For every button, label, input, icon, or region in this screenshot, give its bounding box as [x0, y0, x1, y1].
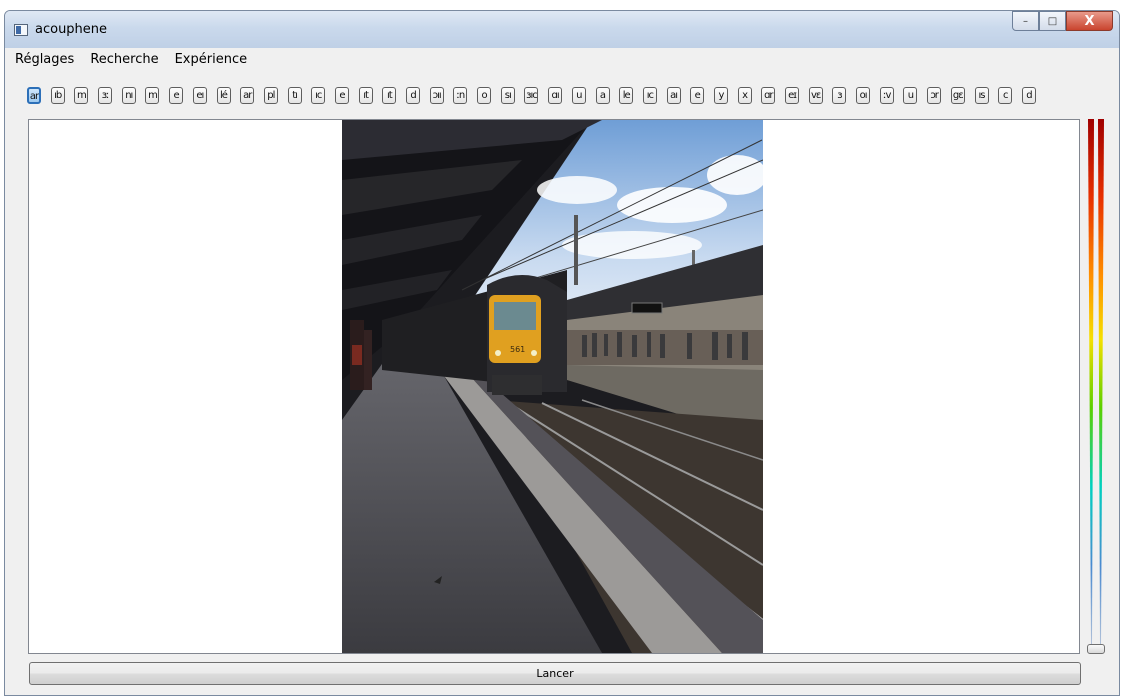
- phoneme-button[interactable]: ɔr: [927, 86, 942, 104]
- phoneme-button[interactable]: m: [74, 86, 89, 104]
- phoneme-button[interactable]: aı: [666, 86, 681, 104]
- close-button[interactable]: X: [1066, 11, 1113, 31]
- phoneme-button[interactable]: ıs: [974, 86, 989, 104]
- phoneme-button[interactable]: m: [145, 86, 160, 104]
- phoneme-button[interactable]: ɜıc: [524, 86, 539, 104]
- phoneme-button[interactable]: ɑı: [548, 86, 563, 104]
- maximize-icon: □: [1047, 15, 1058, 27]
- phoneme-button[interactable]: ar: [240, 86, 255, 104]
- launch-button[interactable]: Lancer: [29, 662, 1081, 685]
- phoneme-toolbar: ar ıb m ɜː nı m e eı lé ar pl tı ıc e ıt ıt d ɔıı ːn o sı ɜıc…: [9, 72, 1117, 118]
- train-station-photo: 561: [342, 120, 763, 653]
- minimize-button[interactable]: –: [1012, 11, 1039, 31]
- phoneme-button[interactable]: ar: [27, 86, 41, 104]
- main-window: acouphene – □ X Réglages Recherche Expér…: [4, 10, 1120, 696]
- menu-reglages[interactable]: Réglages: [9, 52, 80, 67]
- window-title: acouphene: [35, 22, 108, 37]
- phoneme-button[interactable]: c: [998, 86, 1013, 104]
- phoneme-button[interactable]: ıc: [642, 86, 657, 104]
- phoneme-button[interactable]: lé: [216, 86, 231, 104]
- phoneme-button[interactable]: u: [571, 86, 586, 104]
- menu-bar: Réglages Recherche Expérience: [9, 48, 1117, 70]
- phoneme-button[interactable]: d: [1021, 86, 1036, 104]
- image-display-area: 561: [28, 119, 1080, 654]
- phoneme-button[interactable]: ıt: [382, 86, 397, 104]
- phoneme-button[interactable]: vɛ: [808, 86, 823, 104]
- slider-handle[interactable]: [1087, 644, 1105, 654]
- phoneme-button[interactable]: eı: [192, 86, 207, 104]
- phoneme-button[interactable]: ɑr: [761, 86, 776, 104]
- phoneme-button[interactable]: x: [737, 86, 752, 104]
- window-controls: – □ X: [1012, 11, 1113, 31]
- slider-gradient: [1088, 119, 1104, 644]
- minimize-icon: –: [1023, 15, 1028, 27]
- phoneme-button[interactable]: tı: [287, 86, 302, 104]
- app-icon: [14, 24, 28, 36]
- phoneme-button[interactable]: pl: [263, 86, 278, 104]
- close-icon: X: [1084, 13, 1095, 29]
- phoneme-button[interactable]: e: [169, 86, 184, 104]
- photo-svg: 561: [342, 120, 763, 653]
- phoneme-button[interactable]: oı: [856, 86, 871, 104]
- phoneme-button[interactable]: u: [903, 86, 918, 104]
- phoneme-button[interactable]: ıb: [50, 86, 65, 104]
- phoneme-button[interactable]: le: [619, 86, 634, 104]
- phoneme-button[interactable]: ɔıı: [429, 86, 444, 104]
- phoneme-button[interactable]: o: [477, 86, 492, 104]
- phoneme-button[interactable]: e: [690, 86, 705, 104]
- phoneme-button[interactable]: a: [595, 86, 610, 104]
- menu-experience[interactable]: Expérience: [169, 52, 254, 67]
- title-bar[interactable]: acouphene – □ X: [5, 11, 1119, 48]
- phoneme-button[interactable]: y: [713, 86, 728, 104]
- phoneme-button[interactable]: gɛ: [950, 86, 965, 104]
- phoneme-button[interactable]: ɜː: [98, 86, 113, 104]
- maximize-button[interactable]: □: [1039, 11, 1066, 31]
- phoneme-button[interactable]: sı: [500, 86, 515, 104]
- phoneme-button[interactable]: d: [406, 86, 420, 104]
- menu-recherche[interactable]: Recherche: [84, 52, 164, 67]
- vertical-intensity-slider[interactable]: [1085, 119, 1107, 655]
- phoneme-button[interactable]: ıc: [311, 86, 326, 104]
- phoneme-button[interactable]: ːn: [453, 86, 468, 104]
- phoneme-button[interactable]: nı: [121, 86, 136, 104]
- phoneme-button[interactable]: ːv: [879, 86, 894, 104]
- phoneme-button[interactable]: eɪ: [785, 86, 799, 104]
- train-number-label: 561: [510, 345, 525, 354]
- phoneme-button[interactable]: e: [334, 86, 349, 104]
- phoneme-button[interactable]: ɜ: [832, 86, 847, 104]
- phoneme-button[interactable]: ıt: [358, 86, 373, 104]
